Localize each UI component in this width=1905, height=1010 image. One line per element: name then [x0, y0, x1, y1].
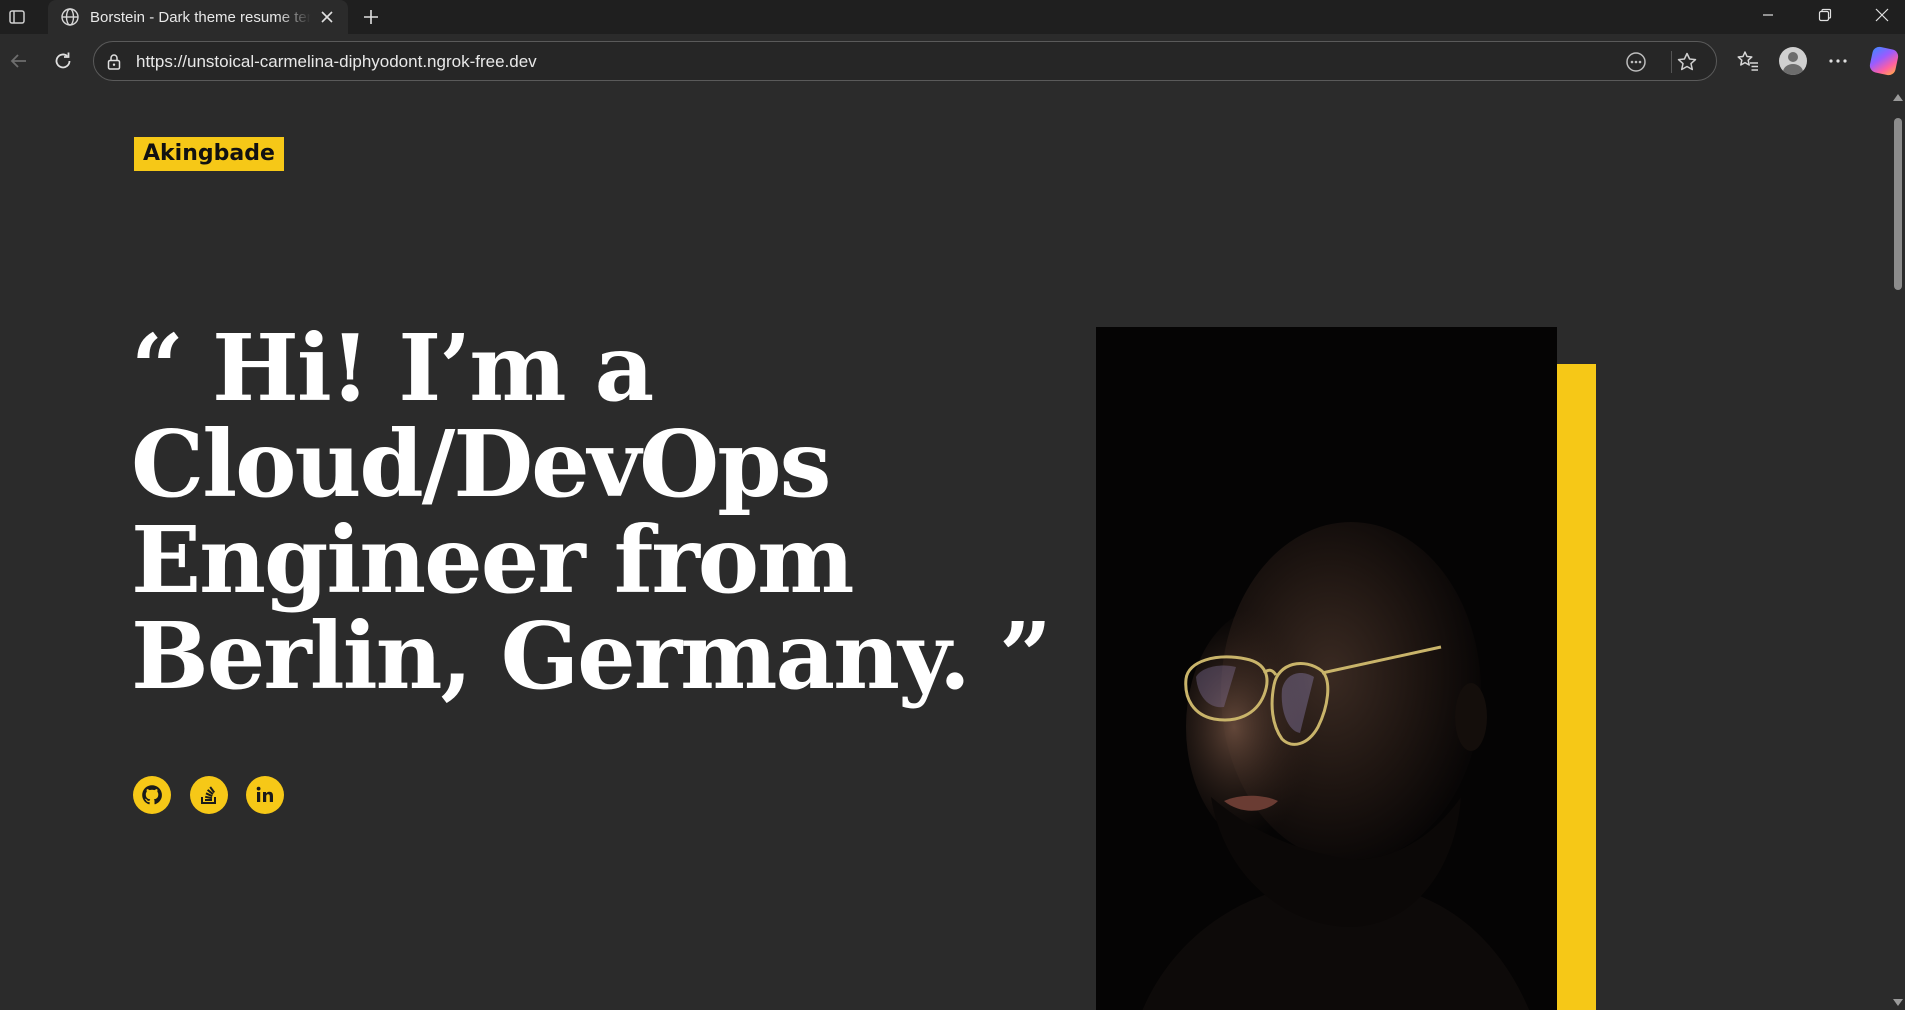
avatar: [1779, 47, 1807, 75]
portrait-photo: [1096, 327, 1557, 1010]
hero-headline-line: Berlin, Germany. ”: [131, 602, 1052, 710]
tab-title: Borstein - Dark theme resume template: [90, 8, 311, 26]
hero-headline-line: “ Hi! I’m a: [131, 314, 654, 422]
linkedin-icon[interactable]: [246, 776, 284, 814]
back-arrow-icon[interactable]: [4, 46, 34, 76]
ellipsis-icon[interactable]: [1823, 46, 1853, 76]
github-icon[interactable]: [133, 776, 171, 814]
page-scrollbar[interactable]: [1890, 88, 1905, 1010]
globe-icon: [60, 7, 80, 27]
address-bar[interactable]: https://unstoical-carmelina-diphyodont.n…: [93, 41, 1717, 81]
url-text[interactable]: https://unstoical-carmelina-diphyodont.n…: [136, 52, 537, 72]
copilot-logo: [1868, 45, 1900, 77]
refresh-icon[interactable]: [48, 46, 78, 76]
profile-icon[interactable]: [1778, 46, 1808, 76]
restore-icon[interactable]: [1802, 0, 1848, 30]
browser-tab-bar: Borstein - Dark theme resume template: [0, 0, 1905, 34]
lock-icon[interactable]: [104, 52, 124, 72]
stackoverflow-icon[interactable]: [190, 776, 228, 814]
favorites-icon[interactable]: [1733, 46, 1763, 76]
copilot-icon[interactable]: [1868, 45, 1900, 77]
page-viewport: Akingbade “ Hi! I’m a Cloud/DevOps Engin…: [0, 88, 1890, 1010]
close-window-icon[interactable]: [1859, 0, 1905, 30]
star-icon[interactable]: [1676, 51, 1698, 73]
tab-close-icon[interactable]: [319, 8, 336, 26]
tab-actions-icon[interactable]: [6, 6, 28, 28]
site-logo[interactable]: Akingbade: [134, 137, 284, 171]
browser-toolbar: https://unstoical-carmelina-diphyodont.n…: [0, 34, 1905, 88]
hero-headline-line: Engineer from: [131, 506, 855, 614]
omnibox-divider: [1671, 51, 1672, 73]
minimize-icon[interactable]: [1745, 0, 1791, 30]
scrollbar-thumb[interactable]: [1894, 118, 1902, 290]
scroll-down-arrow-icon[interactable]: [1893, 999, 1903, 1006]
scroll-up-arrow-icon[interactable]: [1893, 94, 1903, 101]
new-tab-plus-icon[interactable]: [358, 4, 384, 30]
browser-tab[interactable]: Borstein - Dark theme resume template: [48, 0, 348, 34]
more-circle-icon[interactable]: [1625, 51, 1647, 73]
hero-headline-line: Cloud/DevOps: [131, 410, 831, 518]
hero-headline: “ Hi! I’m a Cloud/DevOps Engineer from B…: [131, 314, 1052, 710]
